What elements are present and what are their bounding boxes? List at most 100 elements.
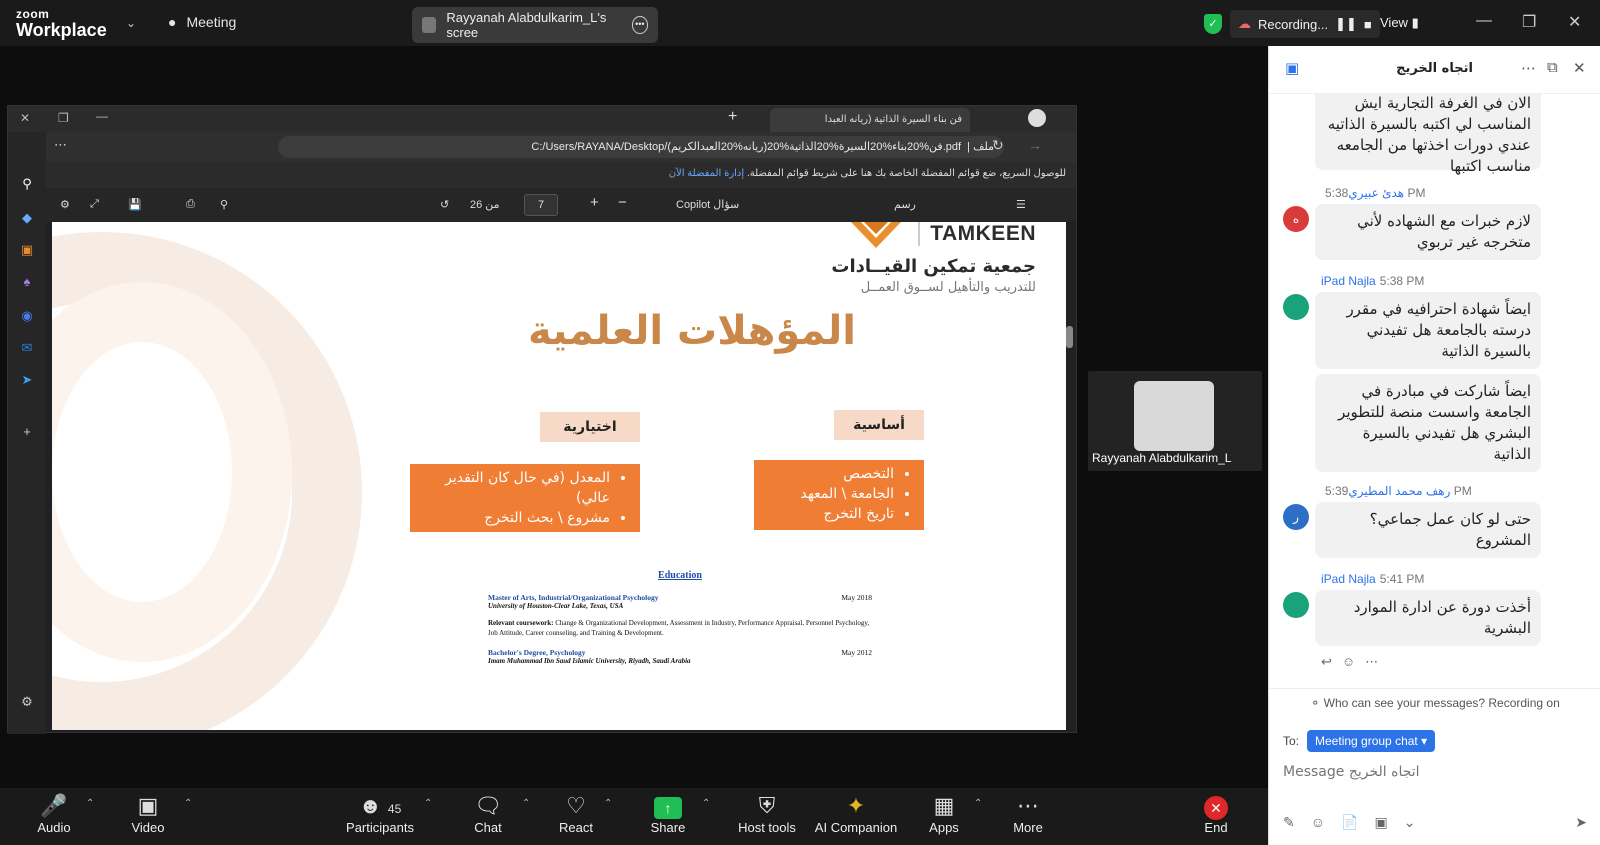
rotate-icon[interactable]: ↺ — [440, 198, 449, 211]
chevron-up-icon[interactable]: ⌃ — [424, 798, 432, 809]
brand-name-ar: جمعية تمكين القيــادات — [831, 256, 1036, 277]
cv-education-sample: Education Master of Arts, Industrial/Org… — [488, 570, 872, 673]
tag-icon[interactable]: ◆ — [18, 210, 36, 226]
participant-avatar — [1134, 381, 1214, 451]
tab-pdf[interactable]: فن بناء السيرة الذاتية (ريانه العبدا — [770, 108, 970, 132]
stop-icon[interactable]: ■ — [1364, 17, 1372, 32]
toolbox-icon[interactable]: ▣ — [18, 242, 36, 258]
view-menu[interactable]: View ▮ — [1380, 15, 1419, 31]
add-icon[interactable]: + — [18, 424, 36, 440]
more-icon[interactable]: ⋯ — [1365, 654, 1378, 670]
zoom-top-bar: zoom Workplace ⌄ ● Meeting Rayyanah Alab… — [0, 0, 1600, 46]
minimize-window-icon[interactable]: — — [96, 109, 108, 123]
copilot-app-icon[interactable]: ◉ — [18, 308, 36, 324]
more-button[interactable]: ⋯ More — [988, 792, 1068, 835]
emoji-icon[interactable]: ☺ — [1311, 814, 1325, 831]
print-icon[interactable]: ⎙ — [186, 198, 195, 211]
pop-out-icon[interactable]: ⧉ — [1547, 59, 1558, 76]
file-icon[interactable]: 📄 — [1341, 814, 1358, 831]
send-icon[interactable]: ➤ — [18, 372, 36, 388]
ai-companion-button[interactable]: ✦ AI Companion — [806, 792, 906, 835]
outlook-icon[interactable]: ✉ — [18, 340, 36, 356]
message-sender: هدئ عبيري5:38 PM — [1321, 186, 1425, 200]
slide-title: المؤهلات العلمية — [528, 308, 856, 354]
manage-favorites-link[interactable]: إدارة المفضلة الآن — [669, 168, 744, 179]
sidebar-settings-icon[interactable]: ⚙ — [18, 694, 36, 710]
restore-icon[interactable]: ❐ — [1522, 12, 1536, 32]
participant-name: Rayyanah Alabdulkarim_L — [1092, 451, 1232, 465]
basic-item: تاريخ التخرج — [768, 504, 895, 524]
close-icon[interactable]: ✕ — [1573, 59, 1586, 77]
participants-button[interactable]: ☻ 45 Participants ⌃ — [332, 792, 432, 835]
screen-share-indicator[interactable]: Rayyanah Alabdulkarim_L's scree ••• — [412, 7, 658, 43]
shield-icon: ⛨ — [758, 793, 776, 818]
zoom-in-icon[interactable]: + — [590, 194, 599, 211]
recording-box[interactable]: ☁ Recording... ❚❚ ■ — [1230, 10, 1380, 38]
recording-label: Recording... — [1258, 16, 1329, 32]
draw-button[interactable]: رسم — [894, 198, 916, 211]
more-icon[interactable]: ••• — [631, 16, 649, 34]
pdf-toolbar: ⚙ ⤢ 💾 ⎙ ⚲ ↺ من 26 7 + − Copilot سؤال رسم… — [8, 188, 1076, 222]
save-icon[interactable]: 💾 — [128, 198, 142, 211]
end-label: End — [1204, 820, 1228, 835]
chevron-up-icon[interactable]: ⌃ — [604, 798, 612, 809]
chat-button[interactable]: 🗨 Chat ⌃ — [448, 792, 530, 835]
restore-window-icon[interactable]: ❐ — [58, 111, 69, 125]
add-reaction-icon[interactable]: ☺ — [1342, 654, 1355, 670]
chevron-up-icon[interactable]: ⌃ — [974, 798, 982, 809]
page-number-input[interactable]: 7 — [524, 194, 558, 216]
host-tools-button[interactable]: ⛨ Host tools — [722, 792, 812, 835]
brand-name-en: TAMKEEN — [918, 222, 1036, 246]
reply-icon[interactable]: ↩ — [1321, 654, 1332, 670]
apps-button[interactable]: ▦ Apps ⌃ — [904, 792, 984, 835]
shield-icon[interactable]: ✓ — [1204, 14, 1222, 34]
refresh-icon[interactable]: ↻ — [992, 137, 1004, 154]
page-number: 7 — [537, 199, 545, 211]
participant-tile[interactable]: Rayyanah Alabdulkarim_L — [1088, 371, 1262, 471]
share-button[interactable]: ↑ Share ⌃ — [628, 792, 710, 835]
chat-message: لازم خبرات مع الشهاده لأني متخرجه غير تر… — [1315, 204, 1541, 260]
more-icon[interactable]: ⋯ — [1521, 59, 1536, 77]
expand-icon[interactable]: ⤢ — [90, 198, 99, 211]
pause-icon[interactable]: ❚❚ — [1335, 16, 1357, 32]
message-sender: iPad Najla 5:41 PM — [1321, 572, 1424, 586]
close-icon[interactable]: ✕ — [1568, 12, 1581, 32]
contents-icon[interactable]: ☰ — [1016, 198, 1026, 211]
end-button[interactable]: ✕ End — [1176, 792, 1256, 835]
chevron-down-icon[interactable]: ⌄ — [1404, 814, 1416, 831]
send-icon[interactable]: ➤ — [1575, 814, 1587, 831]
video-button[interactable]: ▣ Video ⌃ — [108, 792, 192, 835]
meeting-menu[interactable]: ● Meeting — [168, 14, 236, 30]
games-icon[interactable]: ♠ — [18, 274, 36, 290]
pdf-scrollbar[interactable] — [1066, 226, 1073, 726]
chevron-up-icon[interactable]: ⌃ — [702, 798, 710, 809]
zoom-out-icon[interactable]: − — [618, 194, 627, 211]
close-window-icon[interactable]: ✕ — [20, 111, 30, 125]
screenshot-icon[interactable]: ▣ — [1374, 814, 1387, 831]
cv-coursework: Relevant coursework: Change & Organizati… — [488, 618, 872, 638]
settings-icon[interactable]: ⚙ — [60, 198, 70, 211]
privacy-note[interactable]: ⚬ Who can see your messages? Recording o… — [1269, 688, 1600, 716]
zoom-logo[interactable]: zoom Workplace — [16, 8, 107, 39]
chevron-down-icon[interactable]: ⌄ — [126, 16, 136, 30]
scroll-thumb[interactable] — [1066, 326, 1073, 348]
recipient-dropdown[interactable]: Meeting group chat ▾ — [1307, 730, 1436, 752]
search-icon[interactable]: ⚲ — [18, 176, 36, 192]
ask-copilot-button[interactable]: Copilot سؤال — [676, 198, 739, 211]
profile-avatar[interactable] — [1028, 109, 1046, 127]
chevron-up-icon[interactable]: ⌃ — [86, 798, 94, 809]
new-tab-icon[interactable]: + — [728, 108, 737, 126]
format-icon[interactable]: ✎ — [1283, 814, 1295, 831]
minimize-icon[interactable]: — — [1476, 12, 1492, 30]
search-icon[interactable]: ⚲ — [220, 198, 228, 211]
audio-button[interactable]: 🎤 Audio ⌃ — [14, 792, 94, 835]
react-button[interactable]: ♡ React ⌃ — [536, 792, 616, 835]
address-bar[interactable]: C:/Users/RAYANA/Desktop/فن%20بناء%20السي… — [278, 136, 1004, 158]
chat-messages[interactable]: الان في الغرفة التجارية ايش المناسب لي ا… — [1269, 94, 1600, 679]
forward-icon[interactable]: → — [1028, 137, 1042, 153]
host-tools-label: Host tools — [738, 820, 796, 835]
more-icon[interactable]: ⋯ — [54, 137, 67, 153]
chevron-up-icon[interactable]: ⌃ — [522, 798, 530, 809]
chevron-up-icon[interactable]: ⌃ — [184, 798, 192, 809]
message-input[interactable] — [1283, 764, 1587, 780]
